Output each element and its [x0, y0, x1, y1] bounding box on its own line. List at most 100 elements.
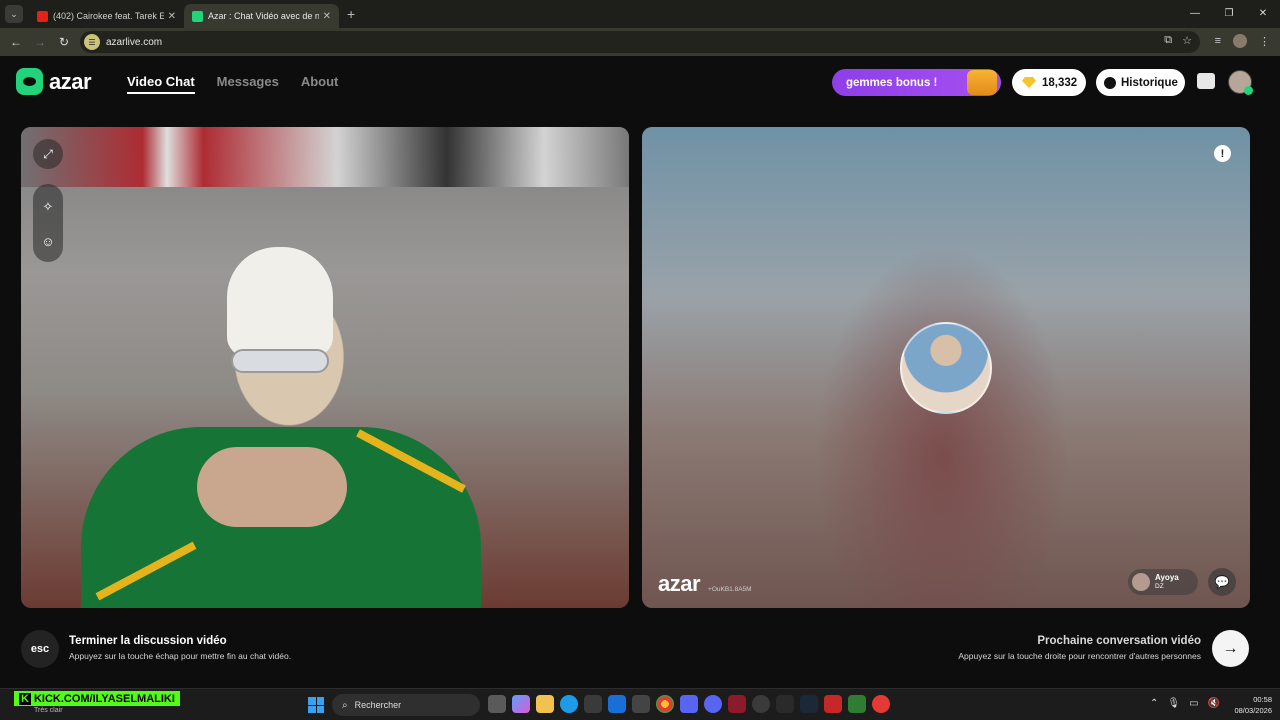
- tab-youtube[interactable]: (402) Cairokee feat. Tarek El-Sh ✕: [29, 4, 184, 28]
- person-sunglasses: [231, 349, 329, 373]
- search-icon: ⌕: [342, 699, 348, 711]
- tab-title: (402) Cairokee feat. Tarek El-Sh: [53, 11, 164, 21]
- tab-search-button[interactable]: ⌄: [5, 5, 23, 23]
- main-nav: Video Chat Messages About: [127, 74, 338, 94]
- self-video-panel: ⤢ ✧ ☺: [21, 127, 629, 608]
- azar-icon: [192, 10, 203, 22]
- install-app-icon[interactable]: ⧉: [1164, 34, 1172, 47]
- background-shelves: [21, 127, 629, 187]
- gem-icon: [1022, 77, 1036, 88]
- bookmark-star-icon[interactable]: ☆: [1182, 34, 1192, 47]
- play-icon[interactable]: [848, 695, 866, 713]
- back-icon[interactable]: ←: [4, 35, 28, 49]
- taskbar-apps: [488, 695, 890, 713]
- app-a-icon[interactable]: [728, 695, 746, 713]
- peer-profile-picture: [900, 322, 992, 414]
- tab-title: Azar : Chat Vidéo avec de n: [208, 11, 319, 21]
- azar-logo[interactable]: azar: [16, 68, 92, 95]
- steam-icon[interactable]: [800, 695, 818, 713]
- profile-avatar-icon[interactable]: [1233, 34, 1247, 48]
- obs-icon[interactable]: [632, 695, 650, 713]
- online-status-dot: [1244, 86, 1253, 95]
- windows-start-icon[interactable]: [308, 697, 324, 713]
- minimize-icon[interactable]: —: [1178, 0, 1212, 28]
- next-chat-title: Prochaine conversation vidéo: [1037, 635, 1201, 647]
- notification-app-icon[interactable]: [872, 695, 890, 713]
- history-button[interactable]: Historique: [1096, 69, 1185, 96]
- report-icon[interactable]: !: [1214, 145, 1231, 162]
- expand-video-icon[interactable]: ⤢: [33, 139, 63, 169]
- end-chat-hint: Appuyez sur la touche échap pour mettre …: [69, 651, 292, 661]
- gems-count: 18,332: [1042, 76, 1078, 89]
- forward-icon[interactable]: →: [28, 35, 52, 49]
- outlook-icon[interactable]: [608, 695, 626, 713]
- face-filter-icon[interactable]: ☺: [33, 226, 63, 256]
- azar-watermark: azar +OuKB1.8A5M: [658, 571, 752, 597]
- gamepad-icon[interactable]: [680, 695, 698, 713]
- watermark-logo: azar: [658, 571, 701, 596]
- gems-balance[interactable]: 18,332: [1012, 69, 1086, 96]
- bonus-gems-button[interactable]: gemmes bonus !: [832, 69, 1001, 96]
- copilot-icon[interactable]: [512, 695, 530, 713]
- search-placeholder: Rechercher: [354, 700, 402, 710]
- app-dark-icon[interactable]: [776, 695, 794, 713]
- peer-info-chip[interactable]: Ayoya DZ: [1128, 569, 1198, 595]
- clock-date: 08/03/2026: [1234, 706, 1272, 715]
- peer-mini-avatar: [1132, 573, 1150, 591]
- video-app-icon[interactable]: [824, 695, 842, 713]
- kick-logo-icon: K: [19, 692, 31, 705]
- chrome-icon[interactable]: [656, 695, 674, 713]
- taskbar-clock[interactable]: 00:58 08/03/2026: [1234, 694, 1272, 716]
- person-hands: [197, 447, 347, 527]
- nav-messages[interactable]: Messages: [217, 74, 279, 94]
- volume-mute-icon[interactable]: 🔇: [1208, 698, 1220, 709]
- close-window-icon[interactable]: ✕: [1246, 0, 1280, 28]
- menu-kebab-icon[interactable]: ⋮: [1259, 35, 1270, 48]
- next-chat-arrow-button[interactable]: →: [1212, 630, 1249, 667]
- new-tab-button[interactable]: +: [347, 6, 355, 22]
- taskbar-search[interactable]: ⌕ Rechercher: [332, 694, 480, 716]
- tab-azar[interactable]: Azar : Chat Vidéo avec de n ✕: [184, 4, 339, 28]
- window-controls: — ❐ ✕: [1178, 0, 1280, 28]
- address-bar-row: ← → ↻ ☰ azarlive.com ⧉ ☆ ≡ ⋮: [0, 28, 1280, 56]
- close-icon[interactable]: ✕: [323, 11, 331, 22]
- browser-toolbar-right: ≡ ⋮: [1215, 34, 1270, 48]
- task-view-icon[interactable]: [488, 695, 506, 713]
- reload-icon[interactable]: ↻: [52, 35, 76, 49]
- video-effects-toolbar: ✧ ☺: [33, 184, 63, 262]
- azar-logo-icon: [16, 68, 43, 95]
- gift-box-icon: [967, 70, 997, 95]
- user-avatar[interactable]: [1228, 70, 1253, 95]
- magic-wand-icon[interactable]: ✧: [33, 192, 63, 222]
- display-icon[interactable]: ▭: [1189, 698, 1198, 709]
- url-bar[interactable]: ☰ azarlive.com ⧉ ☆: [80, 31, 1200, 53]
- logo-text: azar: [49, 68, 92, 94]
- app-circle-icon[interactable]: [752, 695, 770, 713]
- peer-country: DZ: [1155, 583, 1164, 590]
- end-chat-button[interactable]: esc: [21, 630, 59, 668]
- chat-bubble-icon[interactable]: 💬: [1208, 568, 1236, 596]
- url-text: azarlive.com: [106, 36, 163, 48]
- restore-icon[interactable]: ❐: [1212, 0, 1246, 28]
- inbox-icon[interactable]: [1197, 73, 1215, 89]
- store-icon[interactable]: [584, 695, 602, 713]
- edge-icon[interactable]: [560, 695, 578, 713]
- person-beanie: [227, 247, 333, 357]
- clock-icon: [1104, 76, 1116, 89]
- microphone-icon[interactable]: 🎙: [1167, 698, 1180, 709]
- close-icon[interactable]: ✕: [168, 11, 176, 22]
- peer-video-panel: ! azar +OuKB1.8A5M Ayoya DZ 💬: [642, 127, 1250, 608]
- reading-list-icon[interactable]: ≡: [1215, 35, 1221, 47]
- system-tray: ⌃ 🎙 ▭ 🔇: [1150, 698, 1220, 709]
- history-label: Historique: [1121, 76, 1178, 89]
- site-info-icon[interactable]: ☰: [84, 34, 100, 50]
- end-chat-title: Terminer la discussion vidéo: [69, 635, 227, 647]
- tray-expand-icon[interactable]: ⌃: [1150, 698, 1158, 709]
- discord-icon[interactable]: [704, 695, 722, 713]
- youtube-icon: [37, 10, 48, 22]
- file-explorer-icon[interactable]: [536, 695, 554, 713]
- weather-text: Très clair: [34, 707, 63, 714]
- nav-about[interactable]: About: [301, 74, 339, 94]
- windows-taskbar: K KICK.COM/ILYASELMALIKI Très clair ⌕ Re…: [0, 688, 1280, 720]
- nav-video-chat[interactable]: Video Chat: [127, 74, 195, 94]
